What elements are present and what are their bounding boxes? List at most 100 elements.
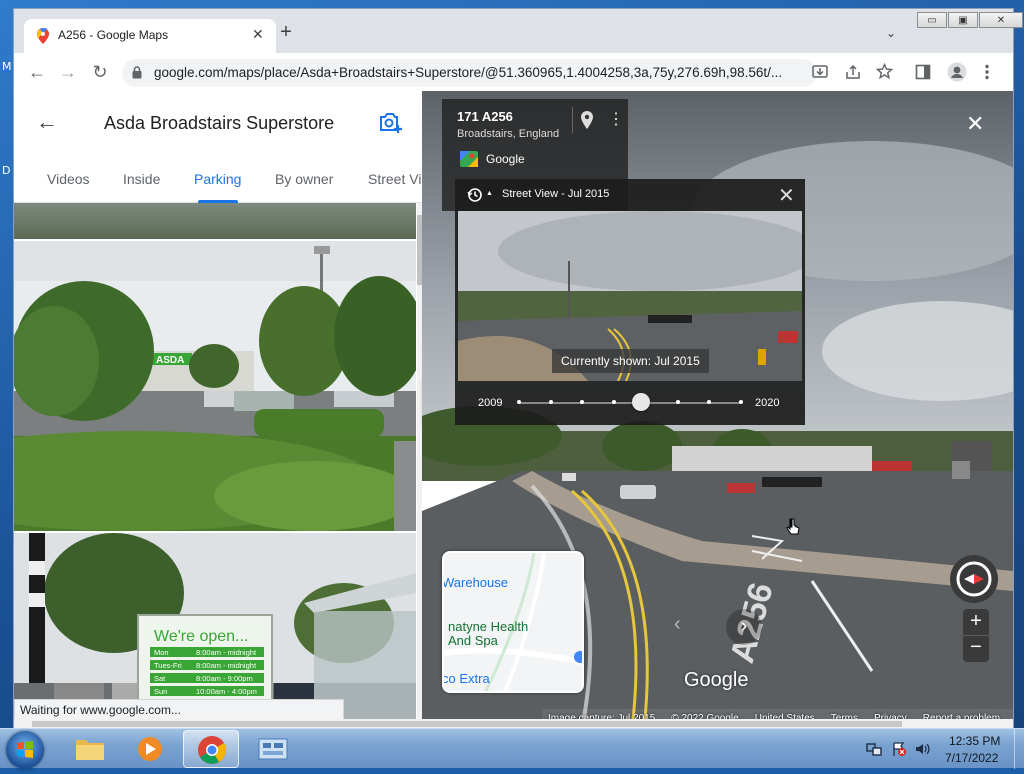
tab-close-icon[interactable]: ✕ xyxy=(252,26,264,43)
mini-map-label: And Spa xyxy=(448,633,498,648)
more-options-icon[interactable]: ⋮ xyxy=(608,109,624,129)
taskbar-explorer-button[interactable] xyxy=(62,730,118,768)
hours-time: 8:00am - 9:00pm xyxy=(196,674,253,683)
clock-time[interactable]: 12:35 PM xyxy=(949,734,1000,748)
share-icon[interactable] xyxy=(845,64,861,80)
page-content: ← Asda Broadstairs Superstore Videos Ins… xyxy=(14,91,1013,729)
bookmark-star-icon[interactable] xyxy=(876,63,893,80)
taskbar-chrome-button[interactable] xyxy=(183,730,239,768)
timeline-start-year: 2009 xyxy=(478,397,503,409)
tab-inside[interactable]: Inside xyxy=(123,171,160,187)
browser-tab[interactable]: A256 - Google Maps ✕ xyxy=(24,19,276,53)
time-machine-preview[interactable]: Currently shown: Jul 2015 xyxy=(458,211,802,381)
media-player-icon xyxy=(138,737,162,761)
reload-icon[interactable]: ↻ xyxy=(89,61,111,83)
browser-menu-icon[interactable] xyxy=(984,64,990,80)
parking-photo[interactable]: ASDA xyxy=(14,241,416,531)
tab-parking[interactable]: Parking xyxy=(194,171,241,187)
panel-back-button[interactable]: ← xyxy=(36,109,58,135)
taskbar-media-player-button[interactable] xyxy=(122,730,178,768)
timeline-dot[interactable] xyxy=(517,400,521,404)
side-panel-icon[interactable] xyxy=(915,64,931,80)
map-pin-icon[interactable] xyxy=(580,111,594,129)
volume-icon[interactable] xyxy=(914,741,930,757)
chrome-icon xyxy=(198,736,226,764)
hours-time: 10:00am - 4:00pm xyxy=(196,687,257,696)
timeline-end-year: 2020 xyxy=(755,397,780,409)
new-tab-button[interactable]: + xyxy=(276,22,296,43)
currently-shown-label: Currently shown: Jul 2015 xyxy=(552,349,709,373)
google-maps-favicon-icon xyxy=(37,28,49,44)
time-machine-close-icon[interactable]: ✕ xyxy=(778,183,795,208)
window-controls: ▭ ▣ ✕ xyxy=(917,12,1024,28)
expand-caret-icon[interactable]: ▲ xyxy=(486,190,493,197)
network-icon[interactable] xyxy=(866,741,882,757)
panel-header: ← Asda Broadstairs Superstore xyxy=(14,91,422,153)
tab-by-owner[interactable]: By owner xyxy=(275,171,333,187)
timeline-dot[interactable] xyxy=(675,400,680,404)
mini-map[interactable]: Warehouse natyne Health And Spa co Extra xyxy=(442,551,584,693)
next-image-arrow-icon[interactable]: › xyxy=(726,609,762,645)
imagery-source: Google xyxy=(486,152,525,166)
forward-arrow-icon[interactable]: → xyxy=(57,61,79,83)
close-window-button[interactable]: ✕ xyxy=(979,12,1023,28)
taskbar-control-panel-button[interactable] xyxy=(245,730,301,768)
tab-search-icon[interactable]: ⌄ xyxy=(886,26,896,40)
hours-day: Sat xyxy=(154,674,166,683)
timeline-slider-handle[interactable] xyxy=(632,393,651,411)
previous-image-arrow-icon[interactable]: ‹ xyxy=(674,613,681,636)
status-bar: Waiting for www.google.com... xyxy=(14,699,344,721)
photo-thumbnail[interactable] xyxy=(14,203,416,239)
mini-map-label: co Extra xyxy=(442,671,490,686)
add-photo-camera-icon[interactable] xyxy=(378,111,404,133)
tab-videos[interactable]: Videos xyxy=(47,171,90,187)
maximize-button[interactable]: ▣ xyxy=(948,12,978,28)
profile-avatar-icon[interactable] xyxy=(947,62,967,82)
divider xyxy=(572,107,573,133)
clock-date[interactable]: 7/17/2022 xyxy=(945,751,998,765)
address-bar[interactable]: google.com/maps/place/Asda+Broadstairs+S… xyxy=(122,59,817,87)
minimize-button[interactable]: ▭ xyxy=(917,12,947,28)
timeline-dot[interactable] xyxy=(739,400,743,404)
control-panel-icon xyxy=(258,738,288,760)
show-desktop-button[interactable] xyxy=(1014,729,1024,769)
install-app-icon[interactable] xyxy=(812,64,828,80)
time-machine-panel: ▲ Street View - Jul 2015 ✕ Currently sho… xyxy=(455,179,805,425)
place-photos-panel: ← Asda Broadstairs Superstore Videos Ins… xyxy=(14,91,422,729)
photo-category-tabs: Videos Inside Parking By owner Street Vi xyxy=(14,153,422,203)
hours-time: 8:00am - midnight xyxy=(196,648,257,657)
tab-strip: A256 - Google Maps ✕ + ⌄ ▭ ▣ ✕ xyxy=(14,9,1023,53)
google-maps-logo-icon xyxy=(460,151,478,167)
asda-sign-text: ASDA xyxy=(156,355,184,366)
browser-window: A256 - Google Maps ✕ + ⌄ ▭ ▣ ✕ ← → ↻ goo… xyxy=(13,8,1023,730)
store-sign-heading: We're open... xyxy=(154,628,248,645)
tab-street-view[interactable]: Street Vi xyxy=(368,171,421,187)
street-view-address: 171 A256 xyxy=(457,109,513,124)
timeline-dot[interactable] xyxy=(548,400,553,404)
tab-title: A256 - Google Maps xyxy=(58,28,169,42)
google-logo: Google xyxy=(684,669,749,691)
desktop-icon-label: D xyxy=(2,164,11,177)
compass-icon[interactable] xyxy=(950,555,998,603)
zoom-in-button[interactable]: + xyxy=(963,609,989,635)
close-street-view-icon[interactable]: ✕ xyxy=(966,111,984,137)
hours-day: Mon xyxy=(154,648,169,657)
scrollbar-thumb[interactable] xyxy=(32,721,902,727)
time-machine-title: Street View - Jul 2015 xyxy=(502,188,610,200)
start-button[interactable] xyxy=(6,731,44,769)
hand-cursor-icon xyxy=(786,518,800,535)
hours-day: Sun xyxy=(154,687,167,696)
url-text: google.com/maps/place/Asda+Broadstairs+S… xyxy=(154,65,783,80)
mini-map-label: Warehouse xyxy=(442,575,508,590)
desktop-icon-label: M xyxy=(2,60,12,73)
zoom-out-button[interactable]: − xyxy=(963,636,989,662)
back-arrow-icon[interactable]: ← xyxy=(26,61,48,83)
street-view-viewer[interactable]: A256 171 A256 Broadstairs, England ⋮ Goo… xyxy=(422,91,1013,729)
action-center-flag-icon[interactable] xyxy=(891,741,907,757)
folder-icon xyxy=(76,740,104,760)
hours-time: 8:00am - midnight xyxy=(196,661,257,670)
place-title: Asda Broadstairs Superstore xyxy=(104,113,335,133)
history-clock-icon[interactable] xyxy=(467,187,483,203)
taskbar: 12:35 PM 7/17/2022 xyxy=(0,728,1024,769)
windows-logo-icon xyxy=(17,741,33,758)
